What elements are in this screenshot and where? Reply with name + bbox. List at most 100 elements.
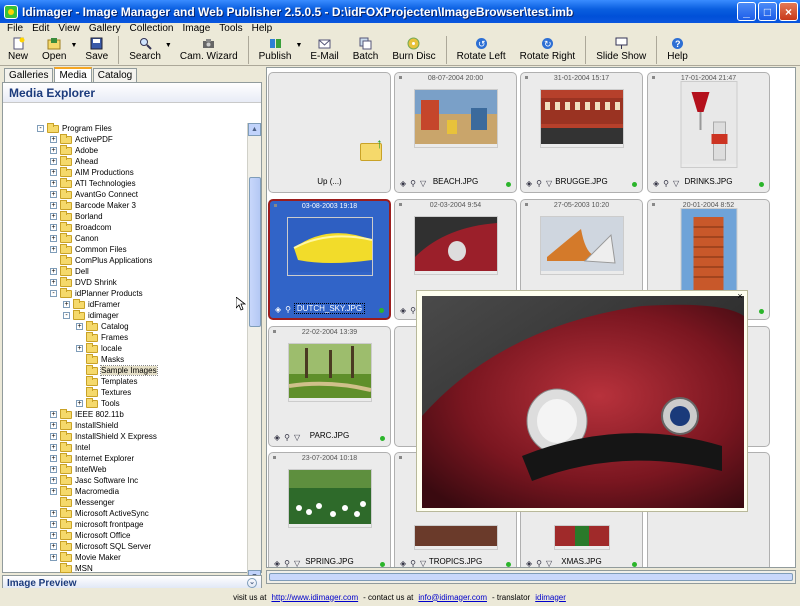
expand-icon[interactable]: +	[50, 477, 57, 484]
tree-item[interactable]: Templates	[76, 375, 137, 387]
expand-icon[interactable]: +	[50, 191, 57, 198]
tree-item[interactable]: Masks	[76, 353, 124, 365]
tree-item[interactable]: + Common Files	[50, 243, 127, 255]
thumbnail-image[interactable]	[413, 525, 498, 550]
collapse-icon[interactable]: -	[63, 312, 70, 319]
translator-link[interactable]: idimager	[535, 593, 566, 602]
thumbnail-image[interactable]	[539, 216, 624, 275]
thumbnail-image[interactable]	[539, 89, 624, 148]
tree-item[interactable]: + InstallShield	[50, 419, 118, 431]
thumbnail-image[interactable]	[286, 217, 373, 276]
menu-file[interactable]: File	[4, 23, 29, 35]
expand-icon[interactable]: +	[50, 433, 57, 440]
menu-gallery[interactable]: Gallery	[86, 23, 127, 35]
tree-item[interactable]: + Dell	[50, 265, 89, 277]
tree-item[interactable]: + Intel	[50, 441, 90, 453]
info-icon[interactable]: ◈	[400, 306, 406, 315]
tree-item[interactable]: + Adobe	[50, 144, 98, 156]
save-button[interactable]: Save	[81, 35, 112, 64]
tree-item[interactable]: + Jasc Software Inc	[50, 474, 138, 486]
expand-icon[interactable]: +	[50, 543, 57, 550]
new-button[interactable]: New	[4, 35, 32, 64]
tree-item[interactable]: + Canon	[50, 232, 99, 244]
thumbnail-cell[interactable]	[268, 72, 391, 193]
expand-icon[interactable]: +	[50, 147, 57, 154]
expand-icon[interactable]: +	[76, 400, 83, 407]
tree-item[interactable]: Sample Images	[76, 364, 158, 376]
thumbnail-caption[interactable]: BEACH.JPG	[394, 177, 517, 186]
expand-icon[interactable]: +	[50, 235, 57, 242]
thumbnail-caption[interactable]: DUTCH_SKY.JPG	[268, 303, 391, 314]
thumbnail-image[interactable]	[287, 343, 372, 402]
expand-icon[interactable]: +	[63, 301, 70, 308]
scroll-thumb[interactable]	[249, 177, 261, 327]
expand-icon[interactable]: +	[50, 224, 57, 231]
tree-item[interactable]: + Borland	[50, 210, 103, 222]
expand-icon[interactable]: +	[50, 202, 57, 209]
expand-icon[interactable]: +	[50, 488, 57, 495]
search-dropdown-icon[interactable]: ▼	[165, 42, 172, 49]
thumbnail-image[interactable]	[287, 469, 372, 528]
thumbnail-caption[interactable]: SPRING.JPG	[268, 557, 391, 566]
menu-view[interactable]: View	[55, 23, 86, 35]
tree-item[interactable]: + Microsoft Office	[50, 529, 130, 541]
thumbnail-caption[interactable]: BRUGGE.JPG	[520, 177, 643, 186]
tree-item[interactable]: + Movie Maker	[50, 551, 121, 563]
tree-item[interactable]: + Tools	[76, 397, 120, 409]
tree-item[interactable]: + AIM Productions	[50, 166, 134, 178]
tree-item[interactable]: Messenger	[50, 496, 115, 508]
tab-media[interactable]: Media	[54, 67, 92, 82]
tree-item[interactable]: + microsoft frontpage	[50, 518, 143, 530]
menu-image[interactable]: Image	[179, 23, 216, 35]
expand-icon[interactable]: +	[50, 466, 57, 473]
thumbnail-image[interactable]	[413, 216, 498, 275]
expand-icon[interactable]: +	[50, 246, 57, 253]
tree-item[interactable]: Frames	[76, 331, 128, 343]
expand-icon[interactable]: +	[50, 521, 57, 528]
cam-wizard-button[interactable]: Cam. Wizard	[176, 35, 242, 64]
expand-icon[interactable]: +	[76, 323, 83, 330]
tree-item[interactable]: + AvantGo Connect	[50, 188, 138, 200]
thumbnail-cell[interactable]: 31-01-2004 15:17 ◈ ⚲ ▽	[520, 72, 643, 193]
thumbnail-caption[interactable]: TROPICS.JPG	[394, 557, 517, 566]
search-button[interactable]: Search	[125, 35, 165, 64]
expand-icon[interactable]: +	[50, 158, 57, 165]
horizontal-scroll-thumb[interactable]	[269, 573, 793, 581]
rotate-left-button[interactable]: ↺ Rotate Left	[453, 35, 510, 64]
collapse-icon[interactable]: -	[37, 125, 44, 132]
expand-icon[interactable]: +	[50, 422, 57, 429]
expand-icon[interactable]: +	[50, 455, 57, 462]
tree-item[interactable]: + idFramer	[63, 298, 120, 310]
expand-icon[interactable]: +	[50, 554, 57, 561]
expand-icon[interactable]: +	[50, 510, 57, 517]
tree-item[interactable]: + Microsoft SQL Server	[50, 540, 151, 552]
thumbnail-cell[interactable]: 22-02-2004 13:39 ◈ ⚲ ▽	[268, 326, 391, 447]
thumbnail-image[interactable]	[413, 89, 498, 148]
thumbnail-image[interactable]	[680, 81, 737, 168]
tree-item[interactable]: + Internet Explorer	[50, 452, 134, 464]
tree-item[interactable]: + DVD Shrink	[50, 276, 117, 288]
publish-dropdown-icon[interactable]: ▼	[295, 42, 302, 49]
tab-catalog[interactable]: Catalog	[92, 68, 138, 82]
thumbnail-caption[interactable]: XMAS.JPG	[520, 557, 643, 566]
expand-icon[interactable]: +	[76, 345, 83, 352]
thumbnail-caption[interactable]: Up (...)	[268, 177, 391, 186]
app-icon[interactable]	[4, 4, 18, 19]
menu-help[interactable]: Help	[249, 23, 279, 35]
close-button[interactable]: ×	[779, 2, 798, 21]
tree-item[interactable]: + locale	[76, 342, 122, 354]
tree-item[interactable]: + InstallShield X Express	[50, 430, 157, 442]
menu-edit[interactable]: Edit	[29, 23, 55, 35]
tree-item[interactable]: + Broadcom	[50, 221, 111, 233]
tree-item[interactable]: + ATI Technologies	[50, 177, 136, 189]
tree-scrollbar[interactable]: ▲ ▼	[247, 123, 261, 583]
tree-item[interactable]: + ActivePDF	[50, 133, 113, 145]
help-button[interactable]: ? Help	[663, 35, 692, 64]
thumbnail-image[interactable]	[680, 208, 737, 295]
expand-icon[interactable]: +	[50, 532, 57, 539]
tree-item[interactable]: + Barcode Maker 3	[50, 199, 136, 211]
tree-item[interactable]: + Ahead	[50, 155, 98, 167]
email-button[interactable]: E-Mail	[306, 35, 342, 64]
slide-show-button[interactable]: Slide Show	[592, 35, 650, 64]
tree-item[interactable]: - Program Files	[37, 123, 112, 134]
